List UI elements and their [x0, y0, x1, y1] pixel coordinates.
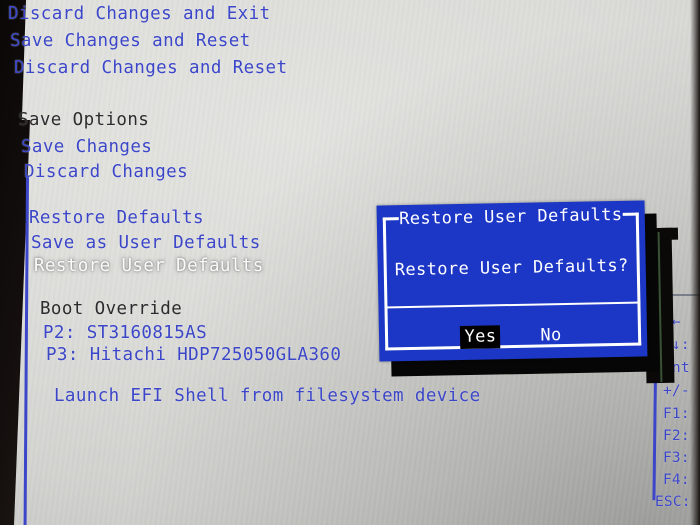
menu-item-restore-defaults[interactable]: Restore Defaults — [29, 209, 204, 228]
section-header-save-options: Save Options — [18, 110, 150, 130]
section-header-boot-override: Boot Override — [40, 299, 183, 319]
key-legend-row-esc: ESC: — [655, 494, 691, 510]
monitor-bezel-right — [690, 0, 700, 525]
menu-item-discard-changes[interactable]: Discard Changes — [24, 163, 188, 182]
dialog-button-row: Yes No — [379, 322, 647, 350]
menu-item-restore-user-defaults[interactable]: Restore User Defaults — [34, 257, 264, 276]
dialog-button-separator — [384, 301, 641, 309]
key-legend-row-f2: F2: — [663, 428, 690, 444]
key-legend-row-plus-minus: +/- — [663, 383, 690, 399]
menu-item-discard-changes-and-reset[interactable]: Discard Changes and Reset — [14, 59, 287, 78]
dialog-no-button[interactable]: No — [536, 324, 566, 348]
key-legend-row-f1: F1: — [663, 406, 690, 422]
bios-setup-screenshot: Discard Changes and Exit Save Changes an… — [0, 0, 700, 525]
dialog-yes-button[interactable]: Yes — [460, 325, 501, 349]
menu-item-discard-changes-and-exit[interactable]: Discard Changes and Exit — [8, 5, 270, 24]
menu-item-save-changes[interactable]: Save Changes — [21, 138, 152, 157]
dialog-message: Restore User Defaults? — [394, 255, 629, 281]
dialog-title: Restore User Defaults — [398, 204, 623, 230]
menu-item-launch-efi-shell[interactable]: Launch EFI Shell from filesystem device — [54, 387, 481, 406]
key-legend-row-f3: F3: — [663, 450, 690, 466]
boot-override-item-p2[interactable]: P2: ST3160815AS — [43, 324, 207, 343]
menu-item-save-changes-and-reset[interactable]: Save Changes and Reset — [10, 32, 251, 51]
boot-override-item-p3[interactable]: P3: Hitachi HDP725050GLA360 — [46, 346, 341, 365]
menu-item-save-as-user-defaults[interactable]: Save as User Defaults — [31, 234, 261, 253]
restore-user-defaults-dialog: Restore User Defaults Restore User Defau… — [376, 200, 648, 362]
key-legend-row-f4: F4: — [663, 472, 690, 488]
